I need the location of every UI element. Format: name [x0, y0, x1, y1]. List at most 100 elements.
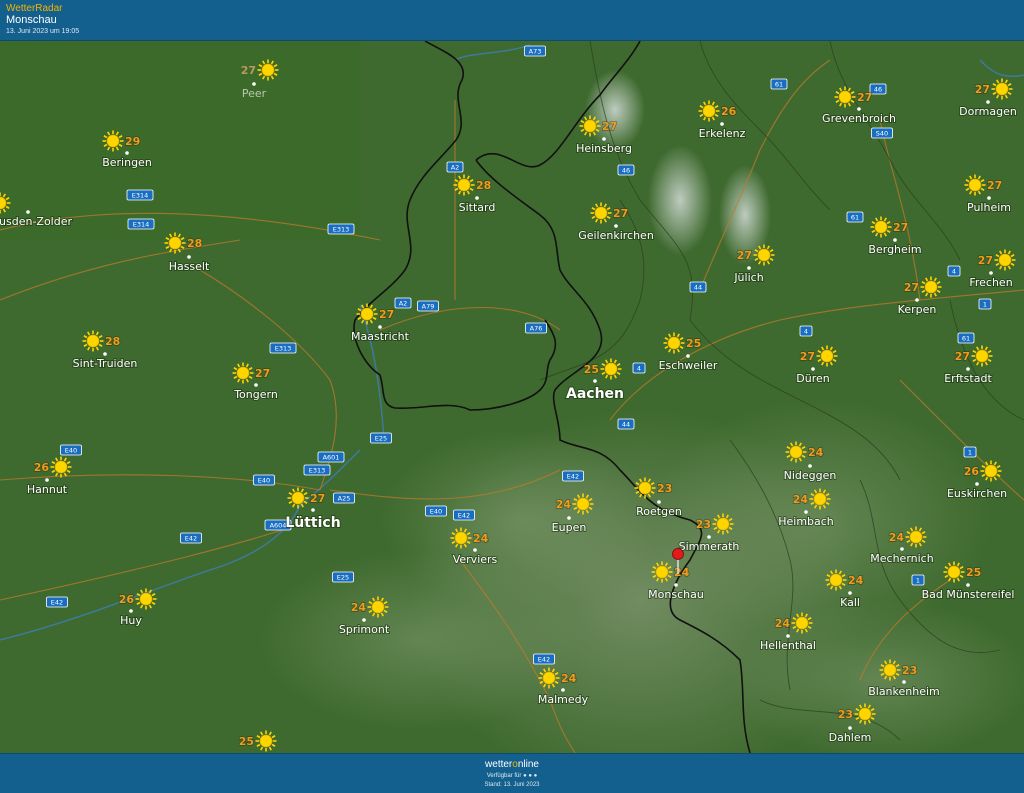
road-number: A2 — [399, 299, 408, 307]
temperature-label: 26 — [721, 105, 737, 118]
city-name: Hasselt — [169, 260, 210, 273]
road-shield: A25 — [333, 492, 355, 504]
brand-logo[interactable]: wetteronline — [0, 759, 1024, 770]
city-name: Maastricht — [351, 330, 410, 343]
temperature-label: 27 — [978, 254, 993, 267]
city-dot — [614, 224, 618, 228]
road-number: E313 — [275, 344, 292, 352]
temperature-label: 24 — [793, 493, 809, 506]
city-dot — [893, 238, 897, 242]
city-dot — [900, 547, 904, 551]
road-shield: E314 — [126, 189, 154, 201]
city-dot — [848, 591, 852, 595]
brand-text-right: nline — [517, 759, 539, 770]
road-number: 61 — [851, 213, 859, 221]
city-dot — [804, 510, 808, 514]
app-header: WetterRadar Monschau 13. Juni 2023 um 19… — [0, 0, 1024, 41]
terrain-layer — [0, 41, 1024, 753]
temperature-label: 23 — [902, 664, 917, 677]
road-shield: E40 — [253, 474, 275, 486]
road-shield: E25 — [370, 432, 392, 444]
apple-icon[interactable]: ● — [523, 773, 527, 779]
temperature-label: 24 — [556, 498, 572, 511]
road-shield: 4 — [799, 325, 813, 337]
road-shield: E42 — [562, 470, 584, 482]
temperature-label: 23 — [838, 708, 853, 721]
temperature-label: 27 — [255, 367, 270, 380]
weather-map[interactable]: A736146S40A2 46E314E313E3146141A2 A79A7644… — [0, 41, 1024, 753]
temperature-label: 27 — [975, 83, 990, 96]
city-dot — [311, 508, 315, 512]
temperature-label: 24 — [561, 672, 577, 685]
road-number: 4 — [952, 267, 956, 275]
road-number: 44 — [622, 420, 630, 428]
city-dot — [966, 367, 970, 371]
temperature-label: 25 — [584, 363, 599, 376]
road-number: E42 — [458, 511, 470, 519]
city-dot — [915, 298, 919, 302]
city-name: Aachen — [566, 386, 624, 402]
road-number: 61 — [775, 80, 783, 88]
road-number: A2 — [451, 163, 460, 171]
city-name: Pulheim — [967, 201, 1011, 214]
city-dot — [808, 464, 812, 468]
road-shield: A601 — [317, 451, 345, 463]
road-number: A601 — [323, 453, 340, 461]
temperature-label: 27 — [857, 91, 872, 104]
city-name: Grevenbroich — [822, 112, 896, 125]
city-dot — [686, 354, 690, 358]
city-name: Kall — [840, 596, 860, 609]
city-dot — [602, 137, 606, 141]
road-number: 46 — [622, 166, 630, 174]
road-number: 1 — [983, 300, 987, 308]
road-number: A79 — [422, 302, 435, 310]
city-dot — [902, 680, 906, 684]
road-number: A25 — [338, 494, 351, 502]
city-dot — [473, 548, 477, 552]
windows-icon[interactable]: ● — [534, 773, 538, 779]
temperature-label: 23 — [657, 482, 672, 495]
city-name: Heusden-Zolder — [0, 215, 72, 228]
road-number: A76 — [530, 324, 543, 332]
road-number: E40 — [65, 446, 77, 454]
city-dot — [125, 151, 129, 155]
temperature-label: 24 — [351, 601, 367, 614]
road-shield: 61 — [957, 332, 975, 344]
road-number: 4 — [804, 327, 808, 335]
city-name: Peer — [242, 87, 267, 100]
road-number: 61 — [962, 334, 970, 342]
city-dot — [707, 535, 711, 539]
temperature-label: 26 — [34, 461, 50, 474]
city-name: Sprimont — [339, 623, 390, 636]
city-name: Simmerath — [679, 540, 740, 553]
city-name: Mechernich — [870, 552, 933, 565]
city-dot — [966, 583, 970, 587]
temperature-label: 24 — [808, 446, 824, 459]
android-icon[interactable]: ● — [528, 773, 532, 779]
road-shield: 61 — [846, 211, 864, 223]
road-number: E313 — [309, 466, 326, 474]
city-name: Erkelenz — [699, 127, 746, 140]
city-dot — [378, 325, 382, 329]
city-dot — [475, 196, 479, 200]
road-shield: E313 — [269, 342, 297, 354]
temperature-label: 24 — [775, 617, 791, 630]
temperature-label: 25 — [966, 566, 981, 579]
city-dot — [987, 196, 991, 200]
city-dot — [45, 478, 49, 482]
city-dot — [857, 107, 861, 111]
road-number: S40 — [876, 129, 888, 137]
road-number: 4 — [637, 364, 641, 372]
city-name: Eschweiler — [659, 359, 718, 372]
city-dot — [187, 255, 191, 259]
city-name: Jülich — [733, 271, 763, 284]
city-dot — [674, 583, 678, 587]
city-dot — [129, 609, 133, 613]
city-name: Dahlem — [829, 731, 872, 744]
temperature-label: 27 — [379, 308, 394, 321]
city-name: Bergheim — [868, 243, 921, 256]
temperature-label: 28 — [476, 179, 491, 192]
road-shield: E313 — [303, 464, 331, 476]
city-name: Heimbach — [778, 515, 834, 528]
temperature-label: 27 — [800, 350, 815, 363]
